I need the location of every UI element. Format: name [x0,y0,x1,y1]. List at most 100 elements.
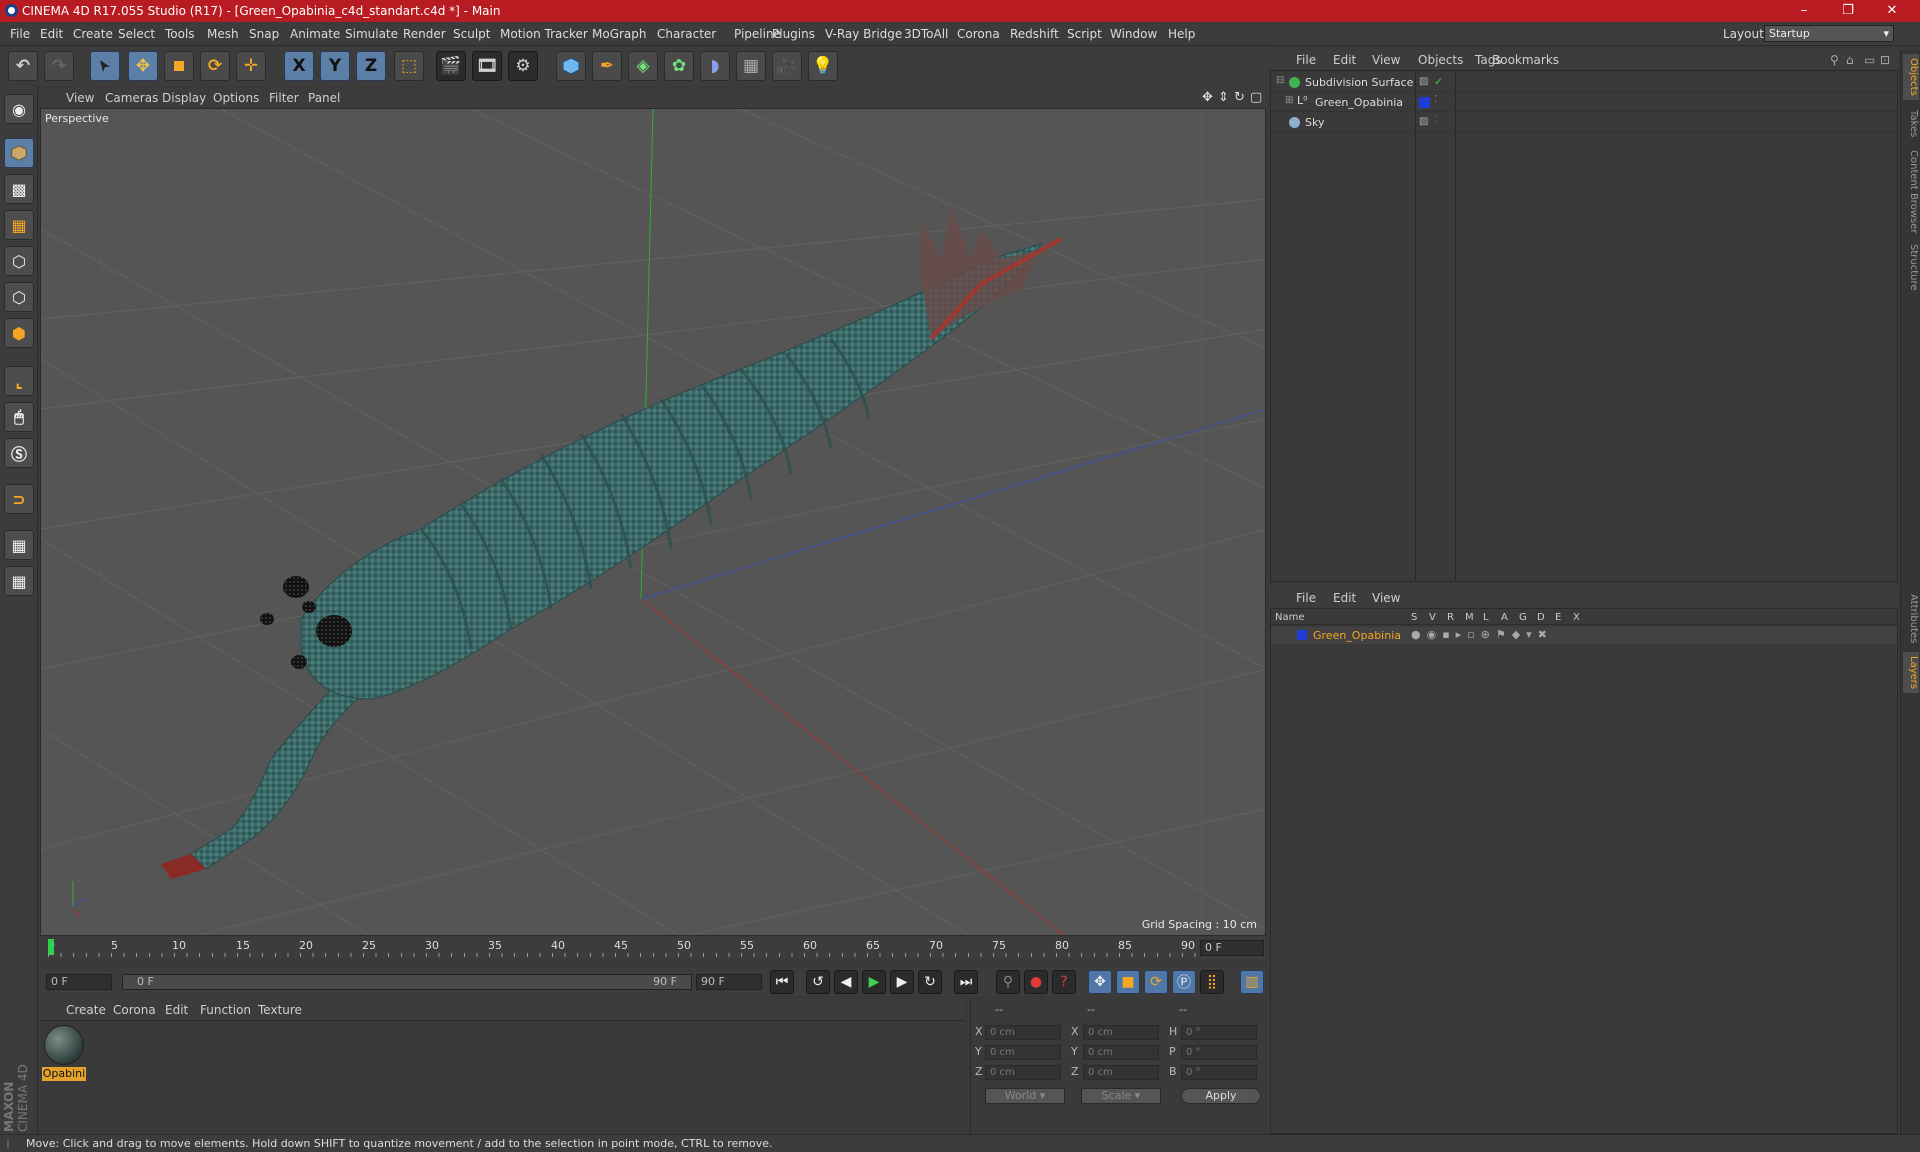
snap-s-icon[interactable]: Ⓢ [4,438,34,468]
tab-objects[interactable]: Objects [1903,54,1919,100]
viewport-menu-panel[interactable]: Panel [308,91,340,105]
floor-icon[interactable]: ▦ [736,51,766,81]
maximize-view-icon[interactable]: ▢ [1250,90,1262,105]
texture-icon[interactable] [4,138,34,168]
pan-icon[interactable]: ✥ [1202,90,1213,105]
rotation-h-field[interactable]: 0 ° [1181,1025,1257,1040]
material-menu-corona[interactable]: Corona [113,1003,156,1017]
position-y-field[interactable]: 0 cm [985,1045,1061,1060]
viewport-menu-view[interactable]: View [66,91,94,105]
minimize-button[interactable]: – [1782,0,1826,22]
om-menu-view[interactable]: View [1372,53,1400,67]
render-settings-icon[interactable]: ⚙ [508,51,538,81]
tweak-icon[interactable]: 🖱 [4,402,34,432]
column-header[interactable]: S [1411,612,1417,623]
column-header[interactable]: R [1447,612,1454,623]
maximize-button[interactable]: ❐ [1826,0,1870,22]
timeline-window-icon[interactable]: ▥ [1240,970,1264,994]
tab-takes[interactable]: Takes [1903,106,1919,141]
tab-attributes[interactable]: Attributes [1903,590,1919,647]
material-menu-function[interactable]: Function [200,1003,251,1017]
light-icon[interactable]: 💡 [808,51,838,81]
magnet-icon[interactable]: ⊃ [4,484,34,514]
grid-lock-icon[interactable]: ▦ [4,530,34,560]
next-frame-icon[interactable]: ▶ [890,970,914,994]
lm-menu-file[interactable]: File [1296,591,1316,605]
om-menu-edit[interactable]: Edit [1333,53,1356,67]
menu-render[interactable]: Render [403,27,446,41]
tree-collapse-icon[interactable]: ⊟ [1276,75,1284,86]
key-pla-icon[interactable]: ⣿ [1200,970,1224,994]
zoom-icon[interactable]: ⇕ [1218,90,1229,105]
viewport-menu-display[interactable]: Display [162,91,206,105]
render-picture-viewer-icon[interactable]: 🎞 [472,51,502,81]
menu-animate[interactable]: Animate [290,27,340,41]
viewport-menu-options[interactable]: Options [213,91,259,105]
viewport-perspective[interactable]: Perspective Grid Spacing : 10 cm [40,108,1266,936]
coord-system-icon[interactable]: ⬚ [394,51,424,81]
render-view-icon[interactable]: 🎬 [436,51,466,81]
key-param-icon[interactable]: Ⓟ [1172,970,1196,994]
column-header[interactable]: Name [1275,612,1305,623]
start-frame-field[interactable]: 0 F [46,974,112,990]
size-z-field[interactable]: 0 cm [1083,1065,1159,1080]
position-z-field[interactable]: 0 cm [985,1065,1061,1080]
material-swatch[interactable]: Opabini [42,1025,86,1085]
column-header[interactable]: V [1429,612,1436,623]
autokey-icon[interactable]: ● [1024,970,1048,994]
go-to-end-icon[interactable]: ⏭ [954,970,978,994]
timeline-ruler[interactable]: 0 5 10 15 20 25 30 35 40 45 50 55 60 65 … [40,937,1266,959]
expand-icon[interactable]: ⊡ [1880,53,1890,67]
menu-vray-bridge[interactable]: V-Ray Bridge [825,27,902,41]
undo-icon[interactable]: ↶ [8,51,38,81]
size-x-field[interactable]: 0 cm [1083,1025,1159,1040]
menu-create[interactable]: Create [73,27,113,41]
scale-icon[interactable] [164,51,194,81]
layer-tag-icon[interactable]: ▨ [1419,116,1428,127]
menu-corona[interactable]: Corona [957,27,1000,41]
camera-icon[interactable]: 🎥 [772,51,802,81]
enabled-check-icon[interactable]: ✓ [1434,75,1443,88]
tree-expand-icon[interactable]: ⊞ [1285,95,1293,106]
play-icon[interactable]: ▶ [862,970,886,994]
om-menu-objects[interactable]: Objects [1418,53,1463,67]
om-menu-file[interactable]: File [1296,53,1316,67]
workplane-icon[interactable]: ▩ [4,174,34,204]
record-keys-icon[interactable]: ⚲ [996,970,1020,994]
viewport-menu-cameras[interactable]: Cameras [105,91,158,105]
layer-row[interactable]: Green_Opabinia ●◉▪▸▫⊕⚑◆▾✖ [1271,627,1897,644]
lm-menu-edit[interactable]: Edit [1333,591,1356,605]
column-header[interactable]: L [1483,612,1489,623]
subdivision-icon[interactable]: ◈ [628,51,658,81]
y-axis-icon[interactable]: Y [320,51,350,81]
model-icon[interactable]: ◉ [4,94,34,124]
cloner-icon[interactable]: ✿ [664,51,694,81]
lm-menu-view[interactable]: View [1372,591,1400,605]
coord-mode-dropdown[interactable]: World ▾ [985,1088,1065,1104]
layout-dropdown[interactable]: Startup ▾ [1764,25,1894,42]
object-row[interactable]: ⊟ Subdivision Surface ▨ ✓ [1271,73,1897,92]
column-header[interactable]: X [1573,612,1580,623]
layer-tag-icon[interactable]: ▨ [1419,76,1428,87]
end-frame-field[interactable]: 90 F [696,974,762,990]
x-axis-icon[interactable]: X [284,51,314,81]
menu-select[interactable]: Select [118,27,155,41]
prev-key-icon[interactable]: ↺ [806,970,830,994]
current-frame-field[interactable]: 0 F [1200,940,1264,956]
layer-color-swatch[interactable] [1419,97,1430,108]
menu-simulate[interactable]: Simulate [345,27,398,41]
size-y-field[interactable]: 0 cm [1083,1045,1159,1060]
next-key-icon[interactable]: ↻ [918,970,942,994]
menu-3dtoall[interactable]: 3DToAll [904,27,948,41]
redo-icon[interactable]: ↷ [44,51,74,81]
go-to-start-icon[interactable]: ⏮ [770,970,794,994]
menu-mesh[interactable]: Mesh [207,27,239,41]
grid-icon[interactable]: ▦ [4,566,34,596]
layer-color-swatch[interactable] [1297,630,1307,640]
menu-window[interactable]: Window [1110,27,1157,41]
material-menu-texture[interactable]: Texture [258,1003,302,1017]
home-icon[interactable]: ⌂ [1846,53,1854,67]
key-move-icon[interactable]: ✥ [1088,970,1112,994]
rotate-icon[interactable]: ⟳ [200,51,230,81]
menu-motion-tracker[interactable]: Motion Tracker [500,27,588,41]
